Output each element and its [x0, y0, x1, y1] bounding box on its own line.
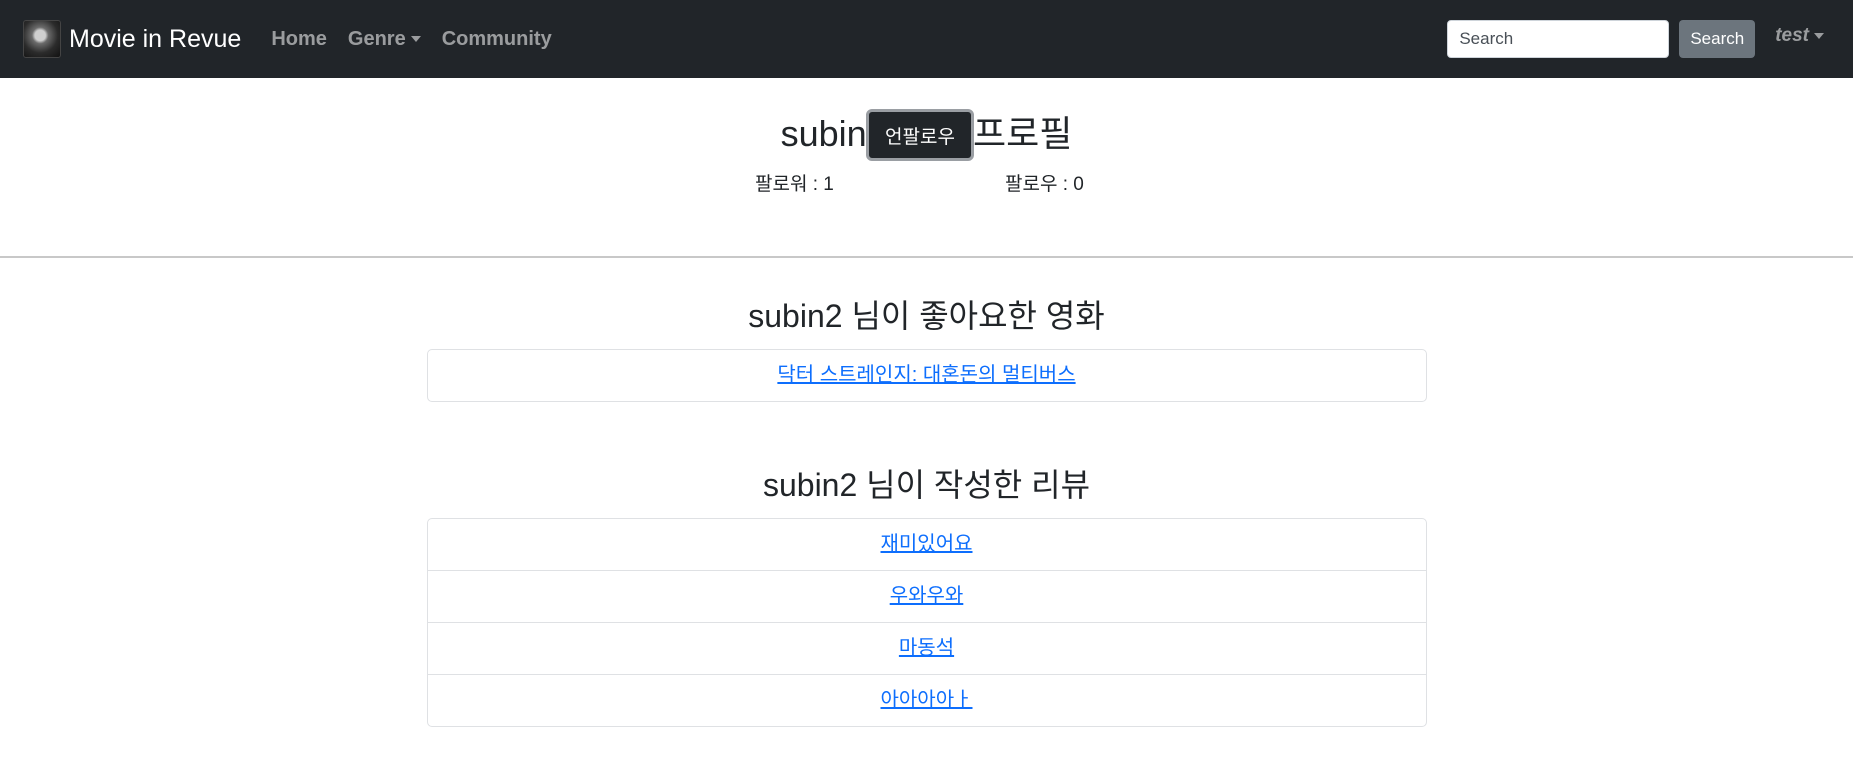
section-divider: [0, 256, 1853, 258]
nav-right: Search test: [1447, 20, 1830, 58]
following-count: 팔로우 : 0: [1005, 174, 1084, 195]
review-link[interactable]: 재미있어요: [881, 533, 973, 555]
nav-home-link[interactable]: Home: [271, 28, 327, 51]
list-item: 재미있어요: [428, 519, 1426, 570]
search-input[interactable]: [1447, 20, 1670, 58]
list-item: 아아아아ㅏ: [427, 674, 1426, 726]
navbar: Movie in Revue Home Genre Community Sear…: [0, 0, 1853, 78]
chevron-down-icon: [410, 36, 421, 42]
follow-stats: 팔로워 : 1 팔로우 : 0: [0, 165, 1853, 195]
nav-links: Home Genre Community: [271, 28, 572, 51]
liked-movies-list: 닥터 스트레인지: 대혼돈의 멀티버스: [426, 349, 1427, 402]
reviews-title: subin2 님이 작성한 리뷰: [762, 467, 1091, 503]
brand-link[interactable]: Movie in Revue: [23, 20, 241, 58]
list-item: 우와우와: [427, 570, 1426, 622]
chevron-down-icon: [1814, 33, 1824, 39]
user-menu-dropdown[interactable]: test: [1775, 25, 1824, 47]
liked-movie-link[interactable]: 닥터 스트레인지: 대혼돈의 멀티버스: [777, 364, 1075, 386]
nav-community-link[interactable]: Community: [442, 28, 552, 51]
liked-movies-title: subin2 님이 좋아요한 영화: [748, 298, 1105, 334]
nav-genre-dropdown[interactable]: Genre: [348, 28, 421, 51]
review-link[interactable]: 아아아아ㅏ: [881, 689, 973, 711]
search-button[interactable]: Search: [1679, 20, 1756, 58]
nav-genre-label: Genre: [347, 27, 406, 50]
review-link[interactable]: 우와우와: [890, 585, 964, 607]
brand-title: Movie in Revue: [69, 24, 242, 53]
list-item: 마동석: [427, 622, 1426, 674]
unfollow-button[interactable]: 언팔로우: [866, 109, 974, 161]
user-menu-label: test: [1775, 25, 1809, 46]
review-link[interactable]: 마동석: [899, 637, 954, 659]
brand-logo-image: [23, 20, 61, 58]
main-content: subin2 님의 프로필 팔로워 : 1 팔로우 : 0 언팔로우 subin…: [0, 105, 1853, 727]
follower-count: 팔로워 : 1: [755, 174, 834, 195]
list-item: 닥터 스트레인지: 대혼돈의 멀티버스: [428, 350, 1426, 401]
reviews-list: 재미있어요 우와우와 마동석 아아아아ㅏ: [426, 518, 1427, 727]
